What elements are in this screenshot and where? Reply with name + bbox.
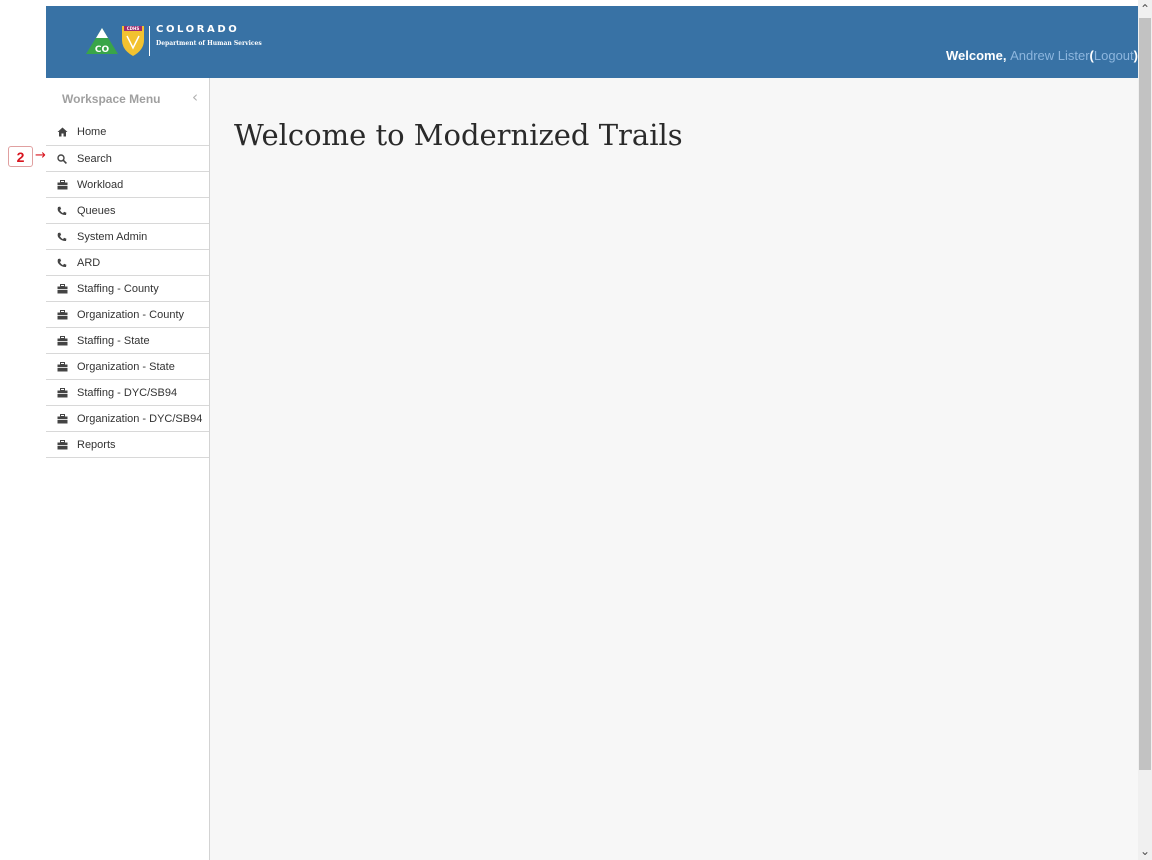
scroll-up-arrow-icon[interactable]: ⌃ xyxy=(1138,0,1152,18)
sidebar-item-staffing-state[interactable]: Staffing - State xyxy=(46,328,209,354)
welcome-message: Welcome, Andrew Lister(Logout) xyxy=(946,48,1138,63)
briefcase-icon xyxy=(56,309,68,321)
sidebar-item-search[interactable]: Search xyxy=(46,146,209,172)
annotation-callout: 2 xyxy=(8,146,33,167)
page-title: Welcome to Modernized Trails xyxy=(234,118,683,152)
cdhs-logo[interactable]: CO CDHS COLORADO Department of Human Ser… xyxy=(86,24,296,64)
colorado-logo-icon: CO CDHS xyxy=(86,26,144,56)
scroll-down-arrow-icon[interactable]: ⌄ xyxy=(1138,842,1152,860)
phone-icon xyxy=(56,205,68,217)
briefcase-icon xyxy=(56,179,68,191)
sidebar-item-label: Staffing - County xyxy=(77,282,159,295)
home-icon xyxy=(56,126,68,138)
sidebar-item-workload[interactable]: Workload xyxy=(46,172,209,198)
sidebar-item-queues[interactable]: Queues xyxy=(46,198,209,224)
sidebar-item-reports[interactable]: Reports xyxy=(46,432,209,458)
svg-text:CDHS: CDHS xyxy=(127,26,140,31)
scrollbar-thumb[interactable] xyxy=(1139,18,1151,770)
sidebar-item-label: Reports xyxy=(77,438,116,451)
phone-icon xyxy=(56,257,68,269)
sidebar-item-label: ARD xyxy=(77,256,101,269)
briefcase-icon xyxy=(56,387,68,399)
logout-link[interactable]: Logout xyxy=(1094,48,1134,63)
sidebar-item-label: Workload xyxy=(77,178,124,191)
main-content: Welcome to Modernized Trails xyxy=(210,78,1138,860)
sidebar-item-staffing-dyc-sb94[interactable]: Staffing - DYC/SB94 xyxy=(46,380,209,406)
sidebar-title: Workspace Menu xyxy=(62,92,161,106)
sidebar-header: Workspace Menu ‹ xyxy=(46,78,209,118)
sidebar-item-label: Queues xyxy=(77,204,116,217)
briefcase-icon xyxy=(56,439,68,451)
workspace-menu-list: Home Search Workload Queues System Admin… xyxy=(46,118,209,458)
briefcase-icon xyxy=(56,361,68,373)
briefcase-icon xyxy=(56,413,68,425)
sidebar-item-label: Search xyxy=(77,152,112,165)
vertical-scrollbar[interactable]: ⌃ ⌄ xyxy=(1138,0,1152,860)
collapse-chevron-left-icon[interactable]: ‹ xyxy=(192,88,198,106)
phone-icon xyxy=(56,231,68,243)
sidebar-item-organization-county[interactable]: Organization - County xyxy=(46,302,209,328)
sidebar-item-home[interactable]: Home xyxy=(46,118,209,146)
briefcase-icon xyxy=(56,283,68,295)
workspace-menu-sidebar: Workspace Menu ‹ Home Search Workload Qu… xyxy=(46,78,210,860)
welcome-prefix: Welcome, xyxy=(945,48,1007,63)
svg-text:CO: CO xyxy=(95,45,110,55)
sidebar-item-label: System Admin xyxy=(77,230,148,243)
sidebar-item-organization-state[interactable]: Organization - State xyxy=(46,354,209,380)
page: 2 → CO CDHS COLORADO Department of Human… xyxy=(0,0,1152,860)
sidebar-item-label: Home xyxy=(77,125,107,138)
sidebar-item-staffing-county[interactable]: Staffing - County xyxy=(46,276,209,302)
logo-divider xyxy=(149,26,150,56)
sidebar-item-organization-dyc-sb94[interactable]: Organization - DYC/SB94 xyxy=(46,406,209,432)
sidebar-item-label: Staffing - State xyxy=(77,334,150,347)
logo-state-name: COLORADO xyxy=(156,24,240,35)
sidebar-item-label: Organization - County xyxy=(77,308,184,321)
logo-department-name: Department of Human Services xyxy=(156,40,262,47)
sidebar-item-ard[interactable]: ARD xyxy=(46,250,209,276)
annotation-arrow: → xyxy=(35,148,46,163)
header-bar: CO CDHS COLORADO Department of Human Ser… xyxy=(46,6,1138,78)
briefcase-icon xyxy=(56,335,68,347)
sidebar-item-label: Organization - State xyxy=(77,360,175,373)
search-icon xyxy=(56,153,68,165)
sidebar-item-label: Staffing - DYC/SB94 xyxy=(77,386,178,399)
sidebar-item-label: Organization - DYC/SB94 xyxy=(77,412,203,425)
sidebar-item-system-admin[interactable]: System Admin xyxy=(46,224,209,250)
user-name-link[interactable]: Andrew Lister xyxy=(1010,48,1089,63)
